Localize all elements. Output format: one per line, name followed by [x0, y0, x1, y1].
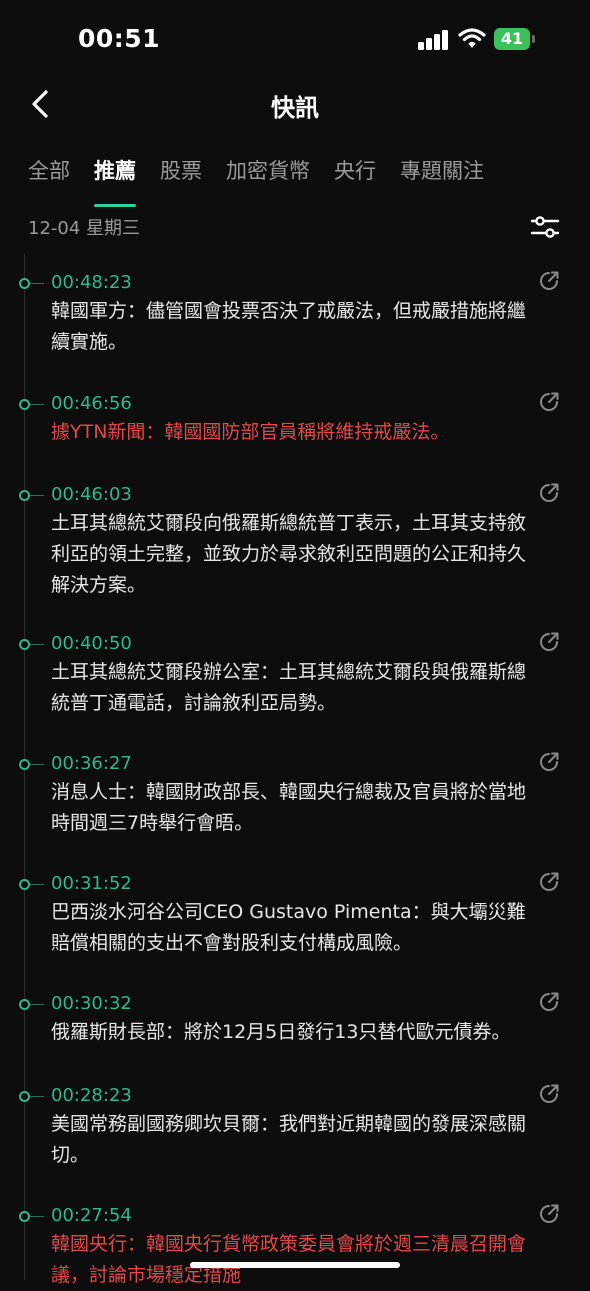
tab-crypto[interactable]: 加密貨幣	[226, 155, 310, 195]
news-text: 韓國央行：韓國央行貨幣政策委員會將於週三清晨召開會議，討論市場穩定措施	[51, 1233, 527, 1286]
tab-stocks[interactable]: 股票	[160, 155, 202, 195]
share-icon[interactable]	[538, 751, 560, 773]
news-text: 美國常務副國務卿坎貝爾：我們對近期韓國的發展深感關切。	[51, 1113, 527, 1166]
timeline-connector	[30, 404, 44, 405]
timeline-dot	[19, 759, 30, 770]
share-icon[interactable]	[538, 991, 560, 1013]
timeline-dot	[19, 1091, 30, 1102]
timeline-dot	[19, 999, 30, 1010]
timeline-dot	[19, 278, 30, 289]
timeline-dot	[19, 490, 30, 501]
share-icon[interactable]	[538, 1203, 560, 1225]
news-text: 土耳其總統艾爾段辦公室：土耳其總統艾爾段與俄羅斯總統普丁通電話，討論敘利亞局勢。	[51, 661, 527, 714]
news-time: 00:46:56	[51, 393, 132, 414]
timeline-dot	[19, 1211, 30, 1222]
filter-icon[interactable]	[530, 213, 560, 241]
news-time: 00:40:50	[51, 633, 132, 654]
timeline-connector	[30, 1216, 44, 1217]
news-text: 俄羅斯財長部：將於12月5日發行13只替代歐元債券。	[51, 1021, 511, 1043]
share-icon[interactable]	[538, 871, 560, 893]
news-time: 00:46:03	[51, 484, 132, 505]
news-text: 消息人士：韓國財政部長、韓國央行總裁及官員將於當地時間週三7時舉行會晤。	[51, 781, 527, 834]
status-bar: 00:51 41	[0, 0, 590, 80]
tab-central-bank[interactable]: 央行	[334, 155, 376, 195]
news-text: 韓國軍方：儘管國會投票否決了戒嚴法，但戒嚴措施將繼續實施。	[51, 300, 527, 353]
page-title: 快訊	[271, 94, 319, 122]
home-indicator[interactable]	[190, 1262, 400, 1268]
share-icon[interactable]	[538, 1083, 560, 1105]
tab-all[interactable]: 全部	[28, 155, 70, 195]
timeline-dot	[19, 639, 30, 650]
timeline-connector	[30, 283, 44, 284]
category-tabs: 全部 推薦 股票 加密貨幣 央行 專題關注	[28, 155, 484, 207]
share-icon[interactable]	[538, 391, 560, 413]
news-time: 00:30:32	[51, 993, 132, 1014]
status-time: 00:51	[78, 24, 161, 53]
date-label: 12-04 星期三	[28, 218, 141, 239]
timeline-connector	[30, 495, 44, 496]
battery-tip	[532, 35, 535, 43]
timeline-dot	[19, 879, 30, 890]
timeline-connector	[30, 1004, 44, 1005]
news-text: 土耳其總統艾爾段向俄羅斯總統普丁表示，土耳其支持敘利亞的領土完整，並致力於尋求敘…	[51, 512, 527, 596]
news-time: 00:36:27	[51, 753, 132, 774]
share-icon[interactable]	[538, 631, 560, 653]
tab-recommended[interactable]: 推薦	[94, 155, 136, 207]
timeline-connector	[30, 764, 44, 765]
news-time: 00:31:52	[51, 873, 132, 894]
news-time: 00:27:54	[51, 1205, 132, 1226]
timeline-connector	[30, 644, 44, 645]
news-text: 巴西淡水河谷公司CEO Gustavo Pimenta：與大壩災難賠償相關的支出…	[51, 901, 526, 954]
timeline-connector	[30, 1096, 44, 1097]
share-icon[interactable]	[538, 270, 560, 292]
tab-topics[interactable]: 專題關注	[400, 155, 484, 195]
battery-icon: 41	[494, 28, 530, 50]
timeline-dot	[19, 399, 30, 410]
wifi-icon	[458, 28, 486, 48]
news-time: 00:48:23	[51, 272, 132, 293]
news-time: 00:28:23	[51, 1085, 132, 1106]
share-icon[interactable]	[538, 482, 560, 504]
nav-header: 快訊	[0, 80, 590, 130]
cellular-signal-icon	[418, 29, 450, 50]
news-text: 據YTN新聞：韓國國防部官員稱將維持戒嚴法。	[51, 421, 450, 443]
battery-level: 41	[500, 29, 524, 48]
timeline-connector	[30, 884, 44, 885]
